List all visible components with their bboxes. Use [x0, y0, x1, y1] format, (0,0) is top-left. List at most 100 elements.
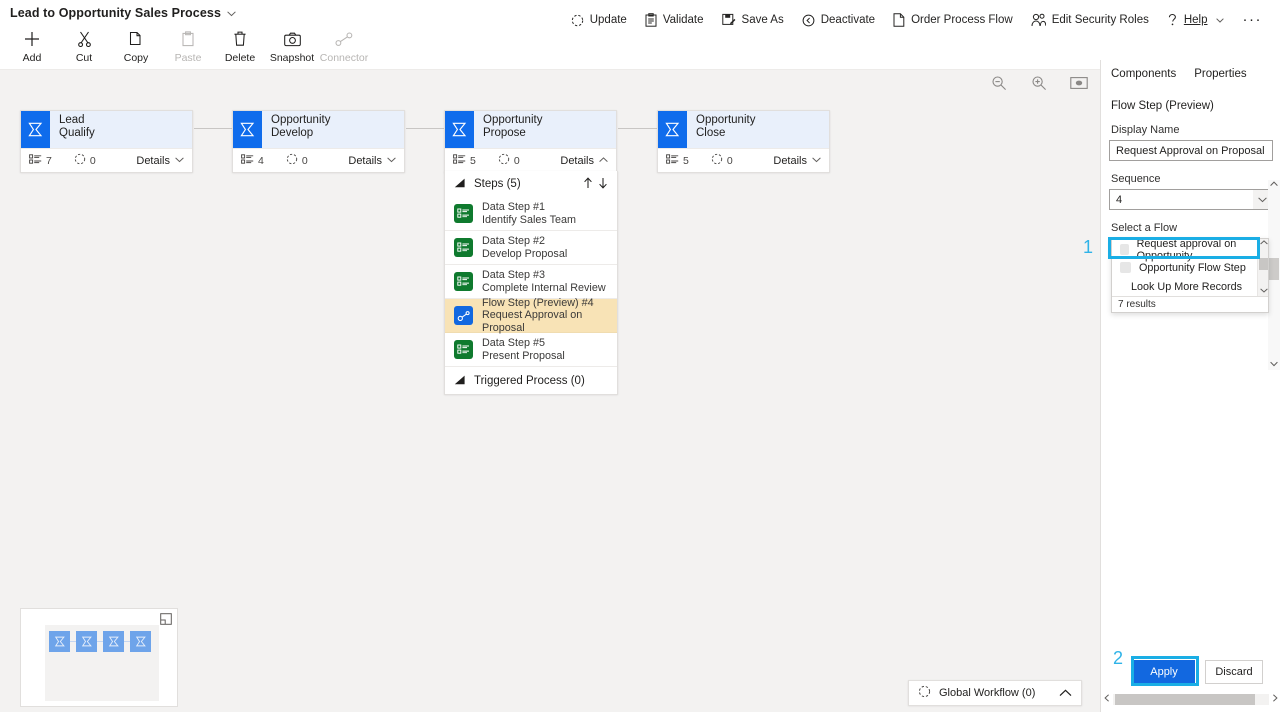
sequence-input[interactable]	[1109, 189, 1273, 210]
minimap[interactable]	[20, 608, 178, 707]
snapshot-button[interactable]: Snapshot	[266, 28, 318, 64]
properties-section-title: Flow Step (Preview)	[1111, 100, 1214, 112]
step-row[interactable]: Data Step #1 Identify Sales Team	[445, 197, 617, 231]
chevron-up-icon[interactable]	[1059, 686, 1072, 700]
step-row[interactable]: Data Step #2 Develop Proposal	[445, 231, 617, 265]
stage-icon	[21, 111, 50, 148]
command-bar-right: Update Validate Save As Deactivate Order…	[562, 8, 1272, 32]
scroll-up-arrow-icon[interactable]	[1258, 240, 1269, 247]
stage-card-opportunity-develop[interactable]: Opportunity Develop 4 0 Details	[232, 110, 405, 173]
stage-workflow-count: 0	[286, 153, 308, 168]
paste-button[interactable]: Paste	[162, 28, 214, 64]
step-title: Data Step #3	[482, 269, 546, 281]
clipboard-check-icon	[645, 13, 657, 27]
display-name-field-wrap	[1101, 140, 1280, 161]
scroll-down-arrow-icon[interactable]	[1258, 288, 1269, 295]
zoom-out-icon[interactable]	[988, 72, 1010, 94]
stage-details-toggle[interactable]: Details	[136, 155, 184, 167]
steps-section-header[interactable]: Steps (5)	[445, 171, 617, 197]
tab-components[interactable]: Components	[1111, 64, 1182, 86]
apply-button[interactable]: Apply	[1133, 660, 1195, 684]
steps-list-icon	[29, 153, 42, 168]
workflow-icon	[711, 153, 723, 168]
dropdown-option-opportunity-flow-step[interactable]: Opportunity Flow Step	[1112, 258, 1268, 277]
edit-security-roles-button[interactable]: Edit Security Roles	[1022, 8, 1158, 32]
overflow-menu-button[interactable]: ···	[1233, 10, 1273, 30]
delete-button[interactable]: Delete	[214, 28, 266, 64]
snapshot-button-label: Snapshot	[269, 52, 315, 64]
expand-icon[interactable]	[160, 613, 172, 628]
step-labels: Data Step #2 Develop Proposal	[482, 235, 567, 260]
dropdown-option-look-up-more-records[interactable]: Look Up More Records	[1112, 277, 1268, 296]
copy-button-label: Copy	[123, 52, 149, 64]
zoom-in-icon[interactable]	[1028, 72, 1050, 94]
bpf-designer-app: Lead to Opportunity Sales Process Add Cu…	[0, 0, 1280, 712]
step-row[interactable]: Data Step #5 Present Proposal	[445, 333, 617, 367]
flow-lookup-dropdown[interactable]: Request approval on Opportunity Opportun…	[1111, 238, 1269, 313]
annotation-number-2: 2	[1113, 648, 1124, 668]
dropdown-option-label: Look Up More Records	[1131, 280, 1243, 293]
update-button[interactable]: Update	[562, 9, 636, 32]
annotation-number-1: 1	[1083, 237, 1094, 257]
save-as-icon	[721, 13, 736, 27]
arrow-down-icon[interactable]	[598, 177, 608, 192]
validate-button[interactable]: Validate	[636, 8, 713, 32]
chevron-down-icon[interactable]	[227, 9, 236, 19]
copy-button[interactable]: Copy	[110, 28, 162, 64]
steps-count-value: 4	[258, 154, 264, 167]
dropdown-option-request-approval[interactable]: Request approval on Opportunity	[1112, 238, 1268, 262]
step-subtitle: Present Proposal	[482, 349, 565, 362]
process-title-row[interactable]: Lead to Opportunity Sales Process	[10, 6, 236, 20]
stage-card-lead-qualify[interactable]: Lead Qualify 7 0 Details	[20, 110, 193, 173]
stage-connector	[618, 128, 658, 129]
stage-category: Propose	[483, 127, 526, 139]
scissors-icon	[77, 30, 92, 48]
stage-details-toggle[interactable]: Details	[560, 155, 608, 167]
data-step-icon	[454, 272, 473, 291]
global-workflow-label: Global Workflow (0)	[939, 687, 1036, 699]
help-button[interactable]: Help	[1158, 8, 1233, 32]
scroll-thumb[interactable]	[1259, 258, 1268, 270]
stage-details-toggle[interactable]: Details	[348, 155, 396, 167]
order-process-flow-label: Order Process Flow	[911, 14, 1013, 26]
panel-horizontal-scrollbar[interactable]	[1101, 693, 1280, 705]
stage-details-toggle[interactable]: Details	[773, 155, 821, 167]
order-process-flow-button[interactable]: Order Process Flow	[884, 8, 1022, 32]
step-row-selected[interactable]: Flow Step (Preview) #4 Request Approval …	[445, 297, 617, 334]
scroll-thumb[interactable]	[1269, 258, 1279, 280]
stage-entity: Lead	[59, 114, 85, 126]
scroll-left-arrow-icon[interactable]	[1101, 694, 1113, 704]
arrow-up-icon[interactable]	[583, 176, 593, 192]
stage-card-opportunity-propose[interactable]: Opportunity Propose 5 0 Details	[444, 110, 617, 173]
stage-category: Develop	[271, 127, 314, 139]
dropdown-results-count: 7 results	[1112, 296, 1268, 312]
steps-list: Data Step #1 Identify Sales Team Data St…	[445, 197, 617, 367]
discard-button[interactable]: Discard	[1205, 660, 1263, 684]
global-workflow-bar[interactable]: Global Workflow (0)	[908, 680, 1082, 706]
step-row[interactable]: Data Step #3 Complete Internal Review	[445, 265, 617, 299]
refresh-icon	[571, 14, 584, 27]
scroll-up-arrow-icon[interactable]	[1268, 181, 1280, 189]
connector-button[interactable]: Connector	[318, 28, 370, 64]
scroll-right-arrow-icon[interactable]	[1269, 694, 1280, 704]
triggered-process-header[interactable]: Triggered Process (0)	[445, 367, 617, 394]
display-name-input[interactable]	[1109, 140, 1273, 161]
sequence-select[interactable]	[1109, 189, 1273, 210]
step-subtitle: Identify Sales Team	[482, 213, 577, 226]
stage-workflow-count: 0	[498, 153, 520, 168]
scroll-thumb[interactable]	[1115, 693, 1255, 705]
stage-card-opportunity-close[interactable]: Opportunity Close 5 0 Details	[657, 110, 830, 173]
process-canvas[interactable]: Lead Qualify 7 0 Details Opportunity Dev…	[0, 70, 1100, 712]
cut-button[interactable]: Cut	[58, 28, 110, 64]
save-as-button[interactable]: Save As	[713, 8, 793, 32]
scroll-track[interactable]	[1113, 693, 1269, 705]
deactivate-button[interactable]: Deactivate	[793, 9, 884, 32]
dropdown-scrollbar[interactable]	[1257, 239, 1268, 296]
panel-vertical-scrollbar[interactable]	[1268, 180, 1280, 370]
sequence-label: Sequence	[1111, 173, 1161, 185]
workflow-icon	[286, 153, 298, 168]
scroll-down-arrow-icon[interactable]	[1268, 361, 1280, 369]
tab-properties[interactable]: Properties	[1194, 64, 1252, 86]
add-button[interactable]: Add	[6, 28, 58, 64]
fit-to-screen-icon[interactable]	[1068, 72, 1090, 94]
